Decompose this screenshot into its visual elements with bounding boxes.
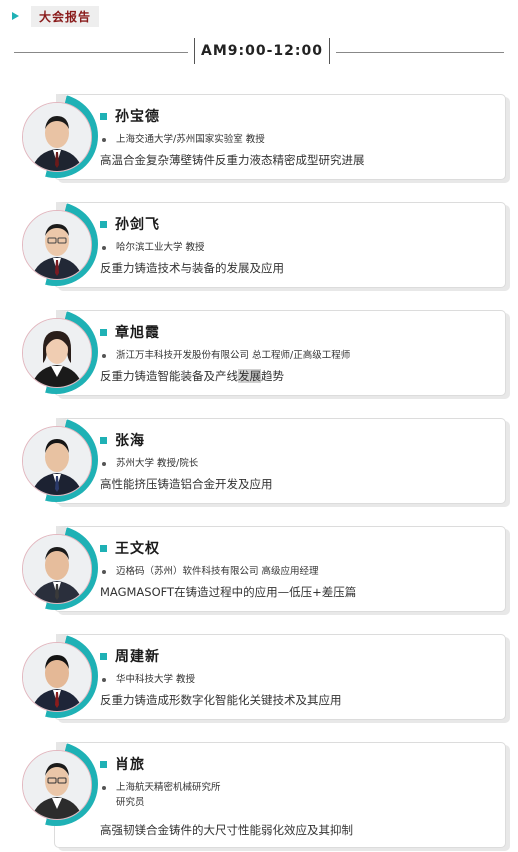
speaker-card: 孙剑飞 哈尔滨工业大学 教授 反重力铸造技术与装备的发展及应用 [14,202,508,288]
speaker-card: 章旭霞 浙江万丰科技开发股份有限公司 总工程师/正高级工程师 反重力铸造智能装备… [14,310,508,396]
speaker-name: 孙宝德 [115,109,160,125]
speaker-name: 孙剑飞 [115,217,160,233]
play-triangle-icon [12,12,19,20]
speaker-photo [22,102,92,172]
speaker-card: 张海 苏州大学 教授/院长 高性能挤压铸造铝合金开发及应用 [14,418,508,504]
section-header: 大会报告 [12,5,100,27]
talk-title-highlight: 发展 [238,369,261,383]
section-label: 大会报告 [31,5,100,27]
talk-title: 高温合金复杂薄壁铸件反重力液态精密成型研究进展 [100,153,365,167]
speaker-photo [22,426,92,496]
talk-title: MAGMASOFT在铸造过程中的应用—低压+差压篇 [100,585,357,599]
speaker-name: 章旭霞 [115,325,160,341]
square-bullet-icon [100,544,107,552]
speaker-card: 孙宝德 上海交通大学/苏州国家实验室 教授 高温合金复杂薄壁铸件反重力液态精密成… [14,94,508,180]
affiliation-line: 上海航天精密机械研究所 [116,782,221,793]
speaker-name: 周建新 [115,649,160,665]
dot-bullet-icon [102,786,106,790]
speaker-photo [22,750,92,820]
talk-title-part: 趋势 [261,369,284,383]
speaker-affiliation: 上海航天精密机械研究所 研究员 [116,780,221,810]
speaker-name: 王文权 [115,541,160,557]
speaker-affiliation: 哈尔滨工业大学 教授 [116,242,205,253]
speaker-photo [22,534,92,604]
divider-left [14,52,188,53]
speaker-card: 肖旅 上海航天精密机械研究所 研究员 高强韧镁合金铸件的大尺寸性能弱化效应及其抑… [14,742,508,848]
talk-title: 高强韧镁合金铸件的大尺寸性能弱化效应及其抑制 [100,823,353,837]
speaker-affiliation: 上海交通大学/苏州国家实验室 教授 [116,134,265,145]
speaker-card: 周建新 华中科技大学 教授 反重力铸造成形数字化智能化关键技术及其应用 [14,634,508,720]
session-time: AM9:00-12:00 [194,38,330,64]
session-time-row: AM9:00-12:00 [14,38,504,66]
speaker-name: 肖旅 [115,757,145,773]
speaker-photo [22,210,92,280]
square-bullet-icon [100,760,107,768]
dot-bullet-icon [102,354,106,358]
speaker-photo [22,642,92,712]
square-bullet-icon [100,220,107,228]
talk-title: 反重力铸造技术与装备的发展及应用 [100,261,284,275]
talk-title: 反重力铸造成形数字化智能化关键技术及其应用 [100,693,342,707]
square-bullet-icon [100,328,107,336]
square-bullet-icon [100,652,107,660]
dot-bullet-icon [102,462,106,466]
divider-right [336,52,504,53]
dot-bullet-icon [102,570,106,574]
speaker-affiliation: 华中科技大学 教授 [116,674,196,685]
square-bullet-icon [100,112,107,120]
speaker-card: 王文权 迈格码（苏州）软件科技有限公司 高级应用经理 MAGMASOFT在铸造过… [14,526,508,612]
speaker-affiliation: 浙江万丰科技开发股份有限公司 总工程师/正高级工程师 [116,350,351,361]
talk-title-part: 反重力铸造智能装备及产线 [100,369,238,383]
speaker-name: 张海 [115,433,145,449]
speaker-affiliation: 迈格码（苏州）软件科技有限公司 高级应用经理 [116,566,319,577]
talk-title: 反重力铸造智能装备及产线发展趋势 [100,368,284,384]
talk-title: 高性能挤压铸造铝合金开发及应用 [100,477,273,491]
speaker-photo [22,318,92,388]
affiliation-line: 研究员 [116,797,145,808]
dot-bullet-icon [102,246,106,250]
dot-bullet-icon [102,138,106,142]
square-bullet-icon [100,436,107,444]
dot-bullet-icon [102,678,106,682]
speaker-affiliation: 苏州大学 教授/院长 [116,458,199,469]
